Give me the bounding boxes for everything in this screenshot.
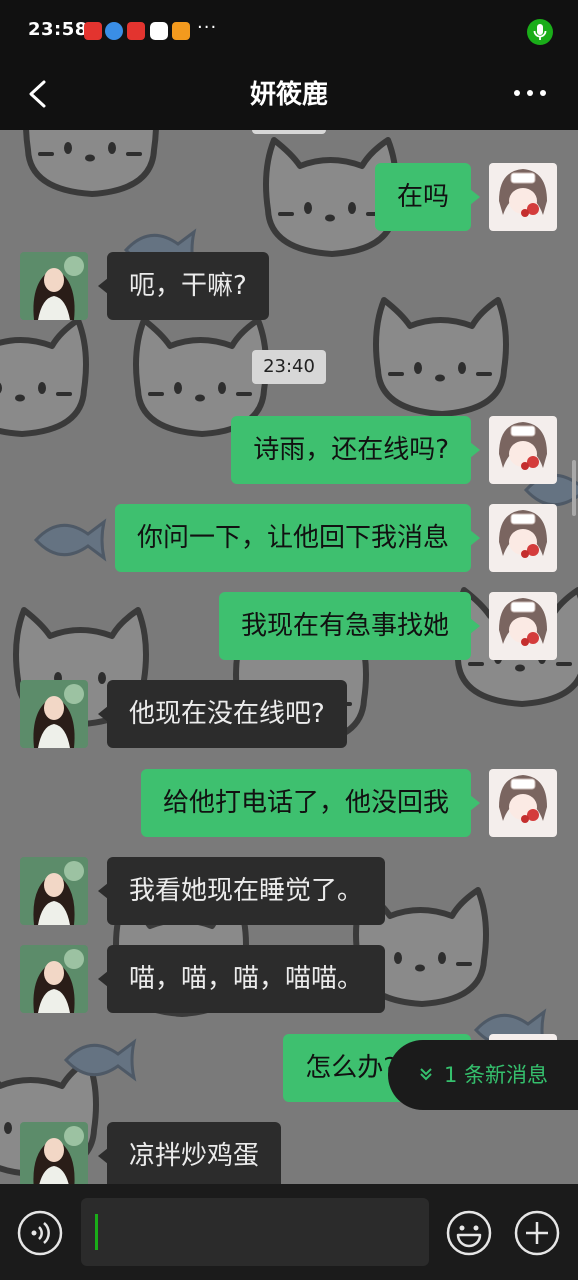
message-input[interactable] xyxy=(81,1198,429,1266)
more-dots-icon xyxy=(514,90,546,96)
my-avatar[interactable] xyxy=(489,592,557,660)
portrait-avatar-icon xyxy=(20,857,88,925)
app-icon-blue xyxy=(105,22,123,40)
portrait-avatar-icon xyxy=(20,252,88,320)
anime-avatar-icon xyxy=(489,504,557,572)
my-avatar[interactable] xyxy=(489,504,557,572)
app-icon-orange xyxy=(172,22,190,40)
status-time: 23:58 xyxy=(28,19,88,40)
message-bubble-received[interactable]: 他现在没在线吧? xyxy=(98,680,347,748)
anime-avatar-icon xyxy=(489,769,557,837)
message-bubble-received[interactable]: 我看她现在睡觉了。 xyxy=(97,857,386,925)
plus-icon xyxy=(514,1210,560,1256)
portrait-avatar-icon xyxy=(20,1122,88,1184)
emoji-icon xyxy=(446,1210,492,1256)
anime-avatar-icon xyxy=(489,416,557,484)
anime-avatar-icon xyxy=(489,163,557,231)
app-icon-red xyxy=(127,22,145,40)
my-avatar[interactable] xyxy=(489,416,557,484)
message-bubble-received[interactable]: 呃，干嘛? xyxy=(98,252,269,320)
message-bubble-sent[interactable]: 给他打电话了，他没回我 xyxy=(140,769,481,837)
their-avatar[interactable] xyxy=(20,252,88,320)
message-timestamp: 23:40 xyxy=(252,350,326,384)
message-bubble-sent[interactable]: 我现在有急事找她 xyxy=(218,592,481,660)
app-icon-chat xyxy=(150,22,168,40)
message-bubble-sent[interactable]: 你问一下，让他回下我消息 xyxy=(114,504,481,572)
portrait-avatar-icon xyxy=(20,680,88,748)
app-icon-red xyxy=(84,22,102,40)
my-avatar[interactable] xyxy=(489,163,557,231)
input-bar xyxy=(0,1184,578,1280)
more-button[interactable] xyxy=(510,78,550,108)
status-bar: 23:58 ··· xyxy=(0,0,578,62)
chat-area[interactable]: 在吗 呃，干嘛? 23:40 诗雨，还在线吗? 你问一下，让他回下我消息 我现在… xyxy=(0,130,578,1184)
scrollbar[interactable] xyxy=(572,460,576,516)
microphone-icon xyxy=(527,19,553,45)
message-bubble-sent[interactable]: 诗雨，还在线吗? xyxy=(231,416,480,484)
their-avatar[interactable] xyxy=(20,680,88,748)
new-messages-button[interactable]: 1 条新消息 xyxy=(388,1040,578,1110)
timestamp-stub xyxy=(252,130,326,134)
voice-button[interactable] xyxy=(17,1210,63,1256)
my-avatar[interactable] xyxy=(489,769,557,837)
double-chevron-down-icon xyxy=(418,1042,434,1112)
anime-avatar-icon xyxy=(489,592,557,660)
plus-button[interactable] xyxy=(514,1210,560,1256)
their-avatar[interactable] xyxy=(20,1122,88,1184)
message-bubble-sent[interactable]: 在吗 xyxy=(374,163,481,231)
message-bubble-received[interactable]: 凉拌炒鸡蛋 xyxy=(97,1122,282,1184)
their-avatar[interactable] xyxy=(20,857,88,925)
text-caret xyxy=(95,1214,98,1250)
voice-icon xyxy=(17,1210,63,1256)
chat-title: 妍筱鹿 xyxy=(249,80,328,110)
nav-bar: 妍筱鹿 xyxy=(0,62,578,130)
status-overflow: ··· xyxy=(197,17,218,38)
new-messages-label: 1 条新消息 xyxy=(444,1063,549,1087)
their-avatar[interactable] xyxy=(20,945,88,1013)
emoji-button[interactable] xyxy=(446,1210,492,1256)
portrait-avatar-icon xyxy=(20,945,88,1013)
message-bubble-received[interactable]: 喵，喵，喵，喵喵。 xyxy=(97,945,386,1013)
